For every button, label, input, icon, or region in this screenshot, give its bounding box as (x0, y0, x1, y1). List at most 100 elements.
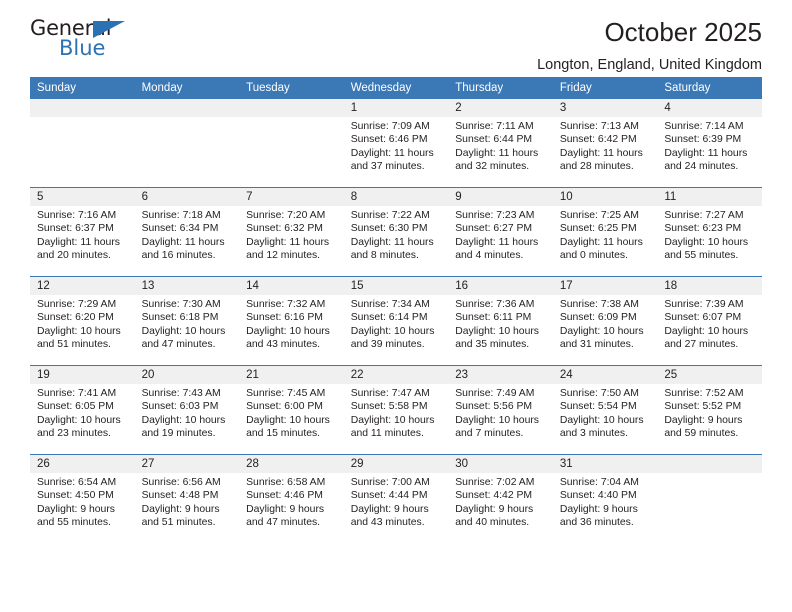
day-number: 1 (343, 99, 449, 117)
calendar-day-cell[interactable]: 5 Sunrise: 7:16 AM Sunset: 6:37 PM Daylight… (30, 187, 135, 277)
day-number: 19 (30, 366, 135, 384)
calendar-cell-inner: 22 Sunrise: 7:47 AM Sunset: 5:58 PM Dayligh… (343, 366, 449, 454)
calendar-day-cell[interactable]: 19 Sunrise: 7:41 AM Sunset: 6:05 PM Dayligh… (30, 365, 135, 455)
calendar-day-cell[interactable]: 25 Sunrise: 7:52 AM Sunset: 5:52 PM Dayligh… (657, 365, 762, 455)
day-number: 7 (239, 188, 344, 206)
sunrise-text: Sunrise: 7:50 AM (559, 388, 639, 399)
daylight-text: Daylight: 9 hours and 36 minutes. (559, 503, 638, 529)
sunset-text: Sunset: 6:44 PM (455, 134, 533, 146)
sunset-text: Sunset: 6:14 PM (350, 312, 428, 324)
daylight-text: Daylight: 10 hours and 47 minutes. (141, 325, 226, 351)
day-details: Sunrise: 6:58 AM Sunset: 4:46 PM Daylight:… (239, 473, 344, 530)
calendar-day-cell[interactable]: 16 Sunrise: 7:36 AM Sunset: 6:11 PM Dayligh… (448, 276, 553, 366)
calendar-day-cell[interactable]: 12 Sunrise: 7:29 AM Sunset: 6:20 PM Dayligh… (30, 276, 135, 366)
calendar-cell-inner: 12 Sunrise: 7:29 AM Sunset: 6:20 PM Dayligh… (30, 277, 135, 365)
day-number: 22 (343, 366, 449, 384)
calendar-day-cell[interactable]: 20 Sunrise: 7:43 AM Sunset: 6:03 PM Dayligh… (134, 365, 240, 455)
daylight-text: Daylight: 9 hours and 51 minutes. (141, 503, 220, 529)
daylight-text: Daylight: 10 hours and 31 minutes. (559, 325, 644, 351)
sunset-text: Sunset: 6:42 PM (559, 134, 637, 146)
general-blue-logo[interactable]: General Blue (30, 18, 145, 66)
daylight-text: Daylight: 10 hours and 39 minutes. (350, 325, 435, 351)
calendar-day-cell[interactable]: 22 Sunrise: 7:47 AM Sunset: 5:58 PM Dayligh… (343, 365, 449, 455)
day-number: 5 (30, 188, 135, 206)
calendar-day-cell[interactable]: 6 Sunrise: 7:18 AM Sunset: 6:34 PM Daylight… (134, 187, 240, 277)
sunrise-text: Sunrise: 6:58 AM (246, 477, 326, 488)
calendar-day-cell[interactable]: 26 Sunrise: 6:54 AM Sunset: 4:50 PM Dayligh… (30, 454, 135, 543)
calendar-day-cell[interactable]: 10 Sunrise: 7:25 AM Sunset: 6:25 PM Dayligh… (552, 187, 658, 277)
calendar-day-cell[interactable]: 23 Sunrise: 7:49 AM Sunset: 5:56 PM Dayligh… (448, 365, 553, 455)
calendar-day-cell[interactable]: 15 Sunrise: 7:34 AM Sunset: 6:14 PM Dayligh… (343, 276, 449, 366)
calendar-day-cell[interactable]: 14 Sunrise: 7:32 AM Sunset: 6:16 PM Dayligh… (239, 276, 344, 366)
calendar-cell-inner: 14 Sunrise: 7:32 AM Sunset: 6:16 PM Dayligh… (239, 277, 344, 365)
sunrise-text: Sunrise: 7:39 AM (664, 299, 744, 310)
day-number: 26 (30, 455, 135, 473)
day-details: Sunrise: 7:50 AM Sunset: 5:54 PM Daylight:… (553, 384, 658, 441)
calendar-day-cell[interactable]: 28 Sunrise: 6:58 AM Sunset: 4:46 PM Dayligh… (239, 454, 344, 543)
calendar-day-cell[interactable]: 1 Sunrise: 7:09 AM Sunset: 6:46 PM Daylight… (343, 99, 449, 188)
calendar-cell-inner: 5 Sunrise: 7:16 AM Sunset: 6:37 PM Daylight… (30, 188, 135, 276)
calendar-cell-inner: 26 Sunrise: 6:54 AM Sunset: 4:50 PM Dayligh… (30, 455, 135, 543)
calendar-day-cell[interactable]: 18 Sunrise: 7:39 AM Sunset: 6:07 PM Dayligh… (657, 276, 762, 366)
day-details: Sunrise: 7:43 AM Sunset: 6:03 PM Daylight:… (135, 384, 240, 441)
calendar-cell-inner: 7 Sunrise: 7:20 AM Sunset: 6:32 PM Daylight… (239, 188, 344, 276)
calendar-day-cell[interactable]: 27 Sunrise: 6:56 AM Sunset: 4:48 PM Dayligh… (134, 454, 240, 543)
sunrise-text: Sunrise: 7:29 AM (37, 299, 117, 310)
day-details: Sunrise: 7:02 AM Sunset: 4:42 PM Daylight:… (448, 473, 553, 530)
daylight-text: Daylight: 11 hours and 28 minutes. (559, 147, 643, 173)
calendar-cell-inner: 6 Sunrise: 7:18 AM Sunset: 6:34 PM Daylight… (134, 188, 240, 276)
day-number: 13 (134, 277, 240, 295)
day-number: 14 (239, 277, 344, 295)
calendar-cell-inner (134, 99, 240, 187)
sunset-text: Sunset: 4:42 PM (455, 490, 533, 502)
calendar-day-cell[interactable]: 7 Sunrise: 7:20 AM Sunset: 6:32 PM Daylight… (239, 187, 344, 277)
calendar-cell-inner: 17 Sunrise: 7:38 AM Sunset: 6:09 PM Dayligh… (552, 277, 658, 365)
calendar-day-cell[interactable]: 11 Sunrise: 7:27 AM Sunset: 6:23 PM Dayligh… (657, 187, 762, 277)
calendar-cell-inner: 15 Sunrise: 7:34 AM Sunset: 6:14 PM Dayligh… (343, 277, 449, 365)
sunset-text: Sunset: 6:46 PM (350, 134, 428, 146)
sunset-text: Sunset: 6:11 PM (455, 312, 532, 324)
calendar-day-cell[interactable]: 4 Sunrise: 7:14 AM Sunset: 6:39 PM Daylight… (657, 99, 762, 188)
sunrise-text: Sunrise: 7:32 AM (246, 299, 326, 310)
sunrise-text: Sunrise: 7:23 AM (455, 210, 535, 221)
sunset-text: Sunset: 6:37 PM (37, 223, 114, 235)
day-number: 15 (343, 277, 449, 295)
calendar-cell-inner: 30 Sunrise: 7:02 AM Sunset: 4:42 PM Dayligh… (448, 455, 553, 543)
calendar-cell-inner: 2 Sunrise: 7:11 AM Sunset: 6:44 PM Daylight… (448, 99, 553, 187)
calendar-week-row: 1 Sunrise: 7:09 AM Sunset: 6:46 PM Daylight… (30, 99, 762, 188)
calendar-cell-inner: 16 Sunrise: 7:36 AM Sunset: 6:11 PM Dayligh… (448, 277, 553, 365)
calendar-cell-inner (657, 455, 762, 543)
day-number: 6 (134, 188, 240, 206)
day-details: Sunrise: 7:49 AM Sunset: 5:56 PM Daylight:… (448, 384, 553, 441)
day-details: Sunrise: 7:16 AM Sunset: 6:37 PM Daylight:… (30, 206, 135, 263)
daylight-text: Daylight: 9 hours and 40 minutes. (455, 503, 534, 529)
calendar-cell-inner: 11 Sunrise: 7:27 AM Sunset: 6:23 PM Dayligh… (657, 188, 762, 276)
day-details: Sunrise: 7:25 AM Sunset: 6:25 PM Daylight:… (553, 206, 658, 263)
sunset-text: Sunset: 6:39 PM (664, 134, 742, 146)
calendar-day-cell[interactable]: 13 Sunrise: 7:30 AM Sunset: 6:18 PM Dayligh… (134, 276, 240, 366)
sunset-text: Sunset: 4:50 PM (37, 490, 114, 502)
title-block: October 2025 Longton, England, United Ki… (537, 17, 762, 73)
day-number: 16 (448, 277, 553, 295)
sunset-text: Sunset: 6:09 PM (559, 312, 637, 324)
calendar-day-cell[interactable]: 30 Sunrise: 7:02 AM Sunset: 4:42 PM Dayligh… (448, 454, 553, 543)
calendar-day-cell[interactable]: 31 Sunrise: 7:04 AM Sunset: 4:40 PM Dayligh… (552, 454, 658, 543)
calendar-day-cell[interactable]: 8 Sunrise: 7:22 AM Sunset: 6:30 PM Daylight… (343, 187, 449, 277)
weekday-header-tuesday: Tuesday (239, 77, 344, 99)
calendar-cell-inner: 18 Sunrise: 7:39 AM Sunset: 6:07 PM Dayligh… (657, 277, 762, 365)
calendar-day-cell[interactable]: 2 Sunrise: 7:11 AM Sunset: 6:44 PM Daylight… (448, 99, 553, 188)
daylight-text: Daylight: 11 hours and 8 minutes. (350, 236, 434, 262)
sunset-text: Sunset: 6:25 PM (559, 223, 637, 235)
calendar-day-cell[interactable]: 3 Sunrise: 7:13 AM Sunset: 6:42 PM Daylight… (552, 99, 658, 188)
calendar-day-cell[interactable]: 29 Sunrise: 7:00 AM Sunset: 4:44 PM Dayligh… (343, 454, 449, 543)
day-number: 30 (448, 455, 553, 473)
calendar-day-cell[interactable]: 21 Sunrise: 7:45 AM Sunset: 6:00 PM Dayligh… (239, 365, 344, 455)
day-number: 25 (657, 366, 762, 384)
calendar-day-cell[interactable]: 9 Sunrise: 7:23 AM Sunset: 6:27 PM Daylight… (448, 187, 553, 277)
calendar-day-cell[interactable]: 24 Sunrise: 7:50 AM Sunset: 5:54 PM Dayligh… (552, 365, 658, 455)
day-number: 24 (552, 366, 658, 384)
sunrise-text: Sunrise: 7:47 AM (350, 388, 430, 399)
calendar-day-cell[interactable]: 17 Sunrise: 7:38 AM Sunset: 6:09 PM Dayligh… (552, 276, 658, 366)
day-details: Sunrise: 7:29 AM Sunset: 6:20 PM Daylight:… (30, 295, 135, 352)
sunset-text: Sunset: 5:52 PM (664, 401, 742, 413)
